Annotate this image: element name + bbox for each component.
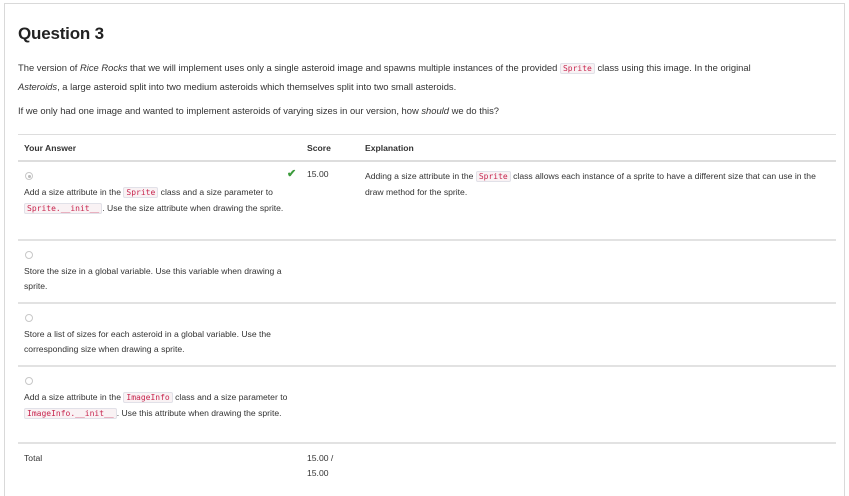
table-row: Add a size attribute in the ImageInfo cl… <box>18 366 836 444</box>
game-name: Rice Rocks <box>80 62 128 73</box>
score-value: 15.00 <box>307 169 329 179</box>
question-title: Question 3 <box>18 24 104 43</box>
score-cell <box>301 240 359 304</box>
inline-code: ImageInfo <box>123 392 173 403</box>
total-score: 15.00 / <box>307 453 334 463</box>
answer-text: Add a size attribute in the ImageInfo cl… <box>24 392 288 419</box>
radio-icon[interactable] <box>25 314 33 322</box>
score-cell <box>301 366 359 444</box>
header-your-answer: Your Answer <box>18 134 301 162</box>
results-table: Your Answer Score Explanation Add a size… <box>18 134 836 491</box>
question-paragraph-1: The version of Rice Rocks that we will i… <box>18 62 751 92</box>
inline-code: Sprite <box>475 171 511 182</box>
header-score: Score <box>301 134 359 162</box>
table-header-row: Your Answer Score Explanation <box>18 134 836 162</box>
total-row: Total 15.00 / 15.00 <box>18 443 836 491</box>
answer-text: Store a list of sizes for each asteroid … <box>24 329 271 354</box>
answer-cell: Store a list of sizes for each asteroid … <box>18 303 301 367</box>
check-icon: ✔ <box>287 168 297 180</box>
original-game-name: Asteroids <box>18 81 58 92</box>
answer-text: Add a size attribute in the Sprite class… <box>24 187 284 214</box>
score-cell: ✔ 15.00 <box>287 161 359 241</box>
explanation-cell <box>359 303 836 367</box>
radio-icon[interactable] <box>25 251 33 259</box>
total-max: 15.00 <box>307 467 329 478</box>
inline-code: ImageInfo.__init__ <box>24 407 117 419</box>
inline-code: Sprite <box>559 63 595 74</box>
question-card: Question 3 The version of Rice Rocks tha… <box>4 3 845 496</box>
header-explanation: Explanation <box>359 134 836 162</box>
radio-icon[interactable] <box>25 172 33 180</box>
answer-cell: Add a size attribute in the Sprite class… <box>18 161 301 241</box>
answer-cell: Add a size attribute in the ImageInfo cl… <box>18 366 301 444</box>
explanation-cell <box>359 240 836 304</box>
total-label: Total <box>24 453 43 463</box>
total-score-cell: 15.00 / 15.00 <box>301 443 359 491</box>
table-row: Add a size attribute in the Sprite class… <box>18 161 836 241</box>
radio-icon[interactable] <box>25 377 33 385</box>
answer-text: Store the size in a global variable. Use… <box>24 266 282 291</box>
inline-code: Sprite.__init__ <box>24 202 103 214</box>
score-cell <box>301 303 359 367</box>
explanation-cell <box>359 366 836 444</box>
table-row: Store the size in a global variable. Use… <box>18 240 836 304</box>
question-prompt: The version of Rice Rocks that we will i… <box>18 59 818 120</box>
answer-cell: Store the size in a global variable. Use… <box>18 240 301 304</box>
table-row: Store a list of sizes for each asteroid … <box>18 303 836 367</box>
explanation-text: Adding a size attribute in the Sprite cl… <box>365 171 816 197</box>
inline-code: Sprite <box>123 187 159 198</box>
question-paragraph-2: If we only had one image and wanted to i… <box>18 105 500 116</box>
explanation-cell: Adding a size attribute in the Sprite cl… <box>359 161 836 241</box>
total-explanation-cell <box>359 443 836 491</box>
